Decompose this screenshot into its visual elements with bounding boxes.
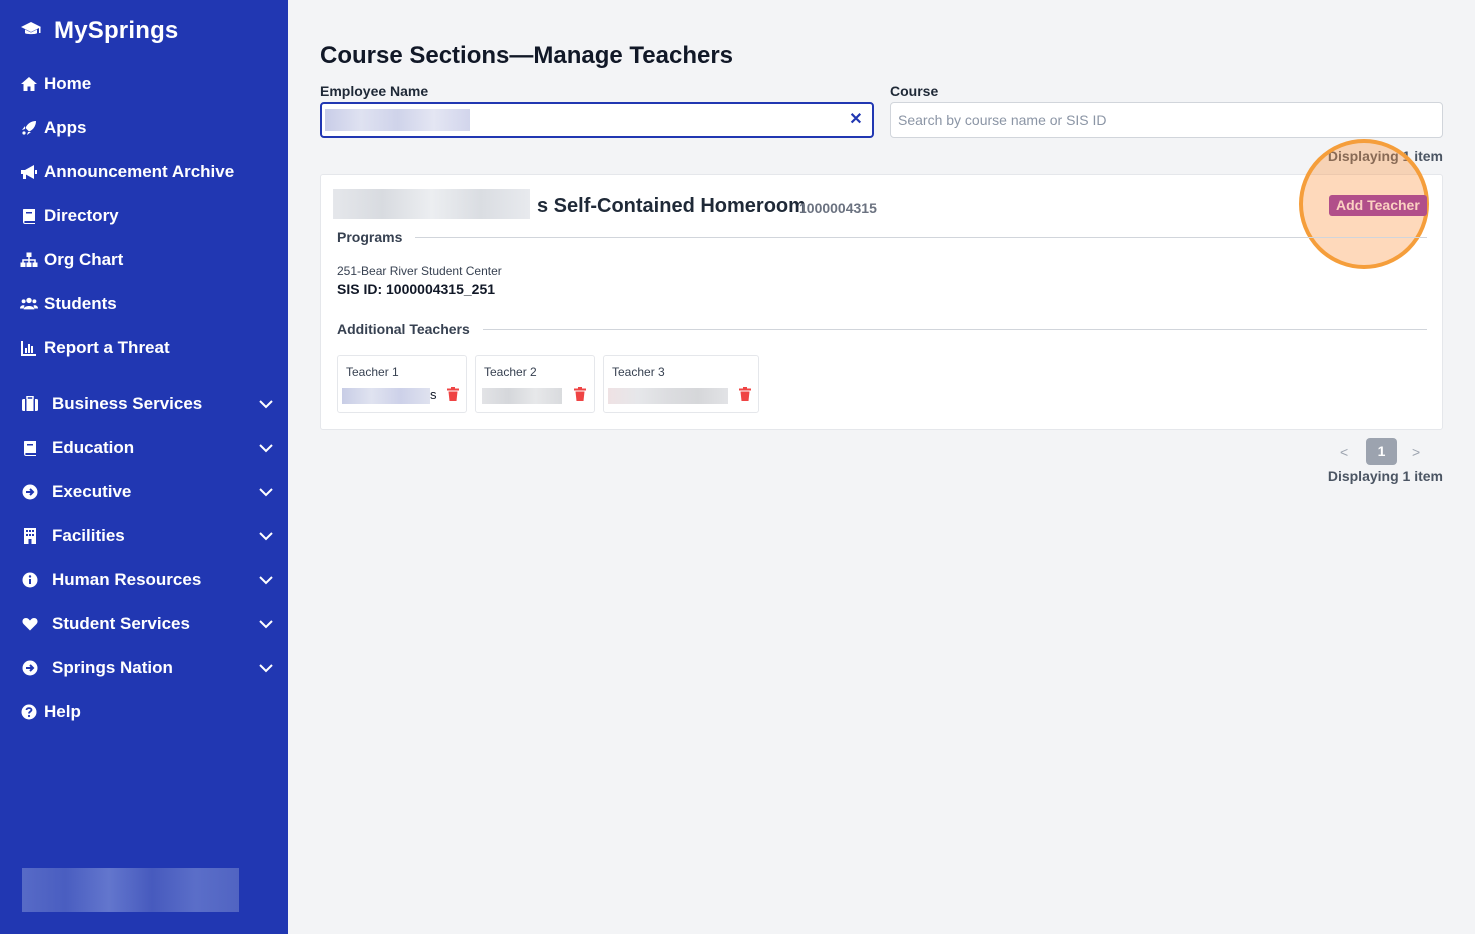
teacher-label: Teacher 2 (484, 365, 537, 379)
chevron-down-icon (259, 620, 273, 629)
course-label: Course (890, 83, 939, 99)
employee-name-field[interactable]: ✕ (320, 102, 874, 138)
graduation-cap-icon (20, 20, 42, 43)
brand-name: MySprings (54, 17, 179, 44)
displaying-count-bottom: Displaying 1 item (1327, 468, 1443, 484)
chevron-down-icon (259, 664, 273, 673)
sidebar-group-label: Executive (52, 482, 132, 501)
sidebar-item-label: Apps (44, 118, 87, 137)
sidebar-item-students[interactable]: Students (20, 292, 117, 316)
trash-icon[interactable] (739, 387, 751, 401)
programs-heading: Programs (337, 229, 403, 245)
sidebar-item-announcement-archive[interactable]: Announcement Archive (20, 160, 234, 184)
course-name-redacted (333, 189, 530, 219)
sidebar-group-executive[interactable]: Executive (20, 480, 274, 504)
chevron-down-icon (259, 444, 273, 453)
clear-icon[interactable]: ✕ (848, 112, 864, 128)
sidebar: MySprings Home Apps Announcement Archive… (0, 0, 288, 934)
org-chart-icon (20, 251, 38, 269)
book-icon (20, 438, 40, 458)
sidebar-group-education[interactable]: Education (20, 436, 274, 460)
sidebar-item-label: Directory (44, 206, 119, 225)
sidebar-item-label: Students (44, 294, 117, 313)
sidebar-item-label: Org Chart (44, 250, 124, 269)
add-teacher-button[interactable]: Add Teacher (1329, 195, 1427, 216)
chart-icon (20, 339, 38, 357)
sidebar-group-label: Education (52, 438, 135, 457)
employee-name-value-redacted (325, 109, 470, 131)
trash-icon[interactable] (574, 387, 586, 401)
sidebar-item-label: Report a Threat (44, 338, 170, 357)
sidebar-group-business-services[interactable]: Business Services (20, 392, 274, 416)
teacher-label: Teacher 3 (612, 365, 665, 379)
brand[interactable]: MySprings (20, 17, 178, 45)
trash-icon[interactable] (447, 387, 459, 401)
teacher-label: Teacher 1 (346, 365, 399, 379)
building-icon (20, 526, 40, 546)
arrow-circle-icon (20, 482, 40, 502)
sidebar-group-label: Student Services (52, 614, 190, 633)
sidebar-group-human-resources[interactable]: Human Resources (20, 568, 274, 592)
sidebar-item-apps[interactable]: Apps (20, 116, 87, 140)
programs-divider (415, 237, 1427, 238)
page-1-button[interactable]: 1 (1366, 438, 1397, 465)
sidebar-group-label: Springs Nation (52, 658, 173, 677)
additional-teachers-heading: Additional Teachers (337, 321, 470, 337)
sidebar-group-label: Business Services (52, 394, 203, 413)
sidebar-group-springs-nation[interactable]: Springs Nation (20, 656, 274, 680)
user-profile-redacted[interactable] (22, 868, 239, 912)
chevron-down-icon (259, 400, 273, 409)
course-title: s Self-Contained Homeroom (537, 195, 806, 217)
teacher-name-redacted (342, 388, 430, 404)
chevron-down-icon (259, 532, 273, 541)
heart-icon (20, 614, 40, 634)
teacher-chip: Teacher 3 (603, 355, 759, 413)
teacher-name-suffix: s (430, 387, 437, 402)
home-icon (20, 75, 38, 93)
sidebar-item-home[interactable]: Home (20, 72, 91, 96)
sidebar-group-student-services[interactable]: Student Services (20, 612, 274, 636)
course-search-input[interactable] (891, 103, 1442, 137)
sidebar-item-org-chart[interactable]: Org Chart (20, 248, 123, 272)
employee-name-label: Employee Name (320, 83, 429, 99)
book-icon (20, 207, 38, 225)
teacher-chip: Teacher 2 (475, 355, 595, 413)
sidebar-item-label: Home (44, 74, 92, 93)
teacher-name-redacted (608, 388, 728, 404)
question-icon (20, 703, 38, 721)
course-section-card: s Self-Contained Homeroom 1000004315 Add… (320, 139, 1443, 430)
info-icon (20, 570, 40, 590)
sidebar-item-help[interactable]: Help (20, 700, 81, 724)
users-icon (20, 295, 38, 313)
sidebar-item-directory[interactable]: Directory (20, 204, 119, 228)
sidebar-item-label: Help (44, 702, 81, 721)
next-page-button[interactable]: > (1412, 444, 1420, 460)
teacher-name-redacted (482, 388, 562, 404)
additional-teachers-divider (483, 329, 1427, 330)
sidebar-group-label: Human Resources (52, 570, 202, 589)
program-name: 251-Bear River Student Center (337, 264, 502, 278)
megaphone-icon (20, 163, 38, 181)
rocket-icon (20, 119, 38, 137)
chevron-down-icon (259, 488, 273, 497)
teacher-chip: Teacher 1 s (337, 355, 467, 413)
sis-id: SIS ID: 1000004315_251 (337, 281, 496, 297)
course-id: 1000004315 (799, 200, 877, 216)
sidebar-group-facilities[interactable]: Facilities (20, 524, 274, 548)
prev-page-button[interactable]: < (1340, 444, 1348, 460)
sidebar-group-label: Facilities (52, 526, 125, 545)
course-search-field[interactable] (890, 102, 1443, 138)
page-title: Course Sections—Manage Teachers (320, 42, 734, 69)
briefcase-icon (20, 394, 40, 414)
sidebar-item-report-a-threat[interactable]: Report a Threat (20, 336, 170, 360)
chevron-down-icon (259, 576, 273, 585)
sidebar-item-label: Announcement Archive (44, 162, 235, 181)
arrow-circle-icon (20, 658, 40, 678)
